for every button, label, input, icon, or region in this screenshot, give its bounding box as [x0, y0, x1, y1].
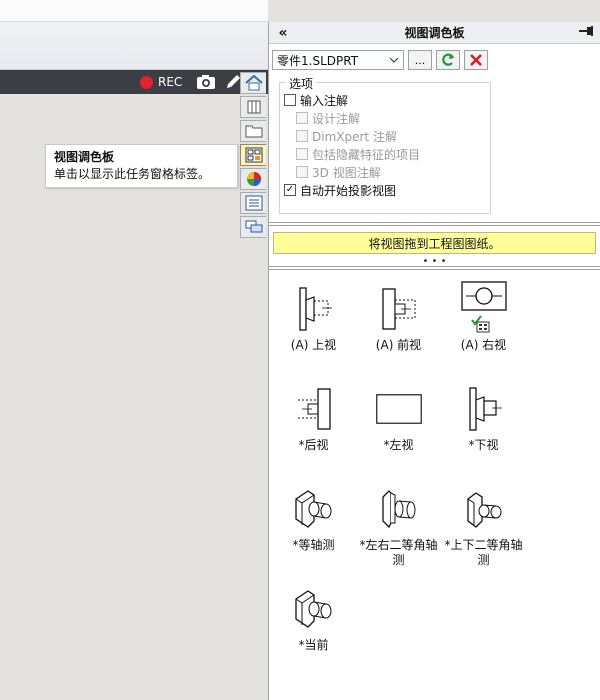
view-palette-grid: (A) 上视 (A) 前视 (A) 右视 *后视 *左视 *下视 *等轴测 *左… — [269, 270, 600, 680]
import-annotations-option[interactable]: 输入注解 — [284, 91, 486, 109]
dimxpert-annotations-label: DimXpert 注解 — [312, 129, 397, 144]
left-view-icon — [375, 394, 422, 424]
view-palette-panel: « 视图调色板 零件1.SLDPRT ... 选项 输入注解 设计注解 DimX… — [268, 22, 600, 700]
task-pane-tabs — [240, 72, 268, 238]
tab-home[interactable] — [240, 72, 266, 94]
drag-hint-banner: 将视图拖到工程图图纸。 — [273, 232, 596, 254]
document-select-value: 零件1.SLDPRT — [277, 53, 359, 68]
hidden-features-label: 包括隐藏特征的项目 — [312, 147, 421, 162]
panel-header: « 视图调色板 — [269, 22, 600, 44]
refresh-button[interactable] — [436, 50, 460, 70]
tooltip-title: 视图调色板 — [54, 150, 115, 164]
dimxpert-annotations-checkbox — [296, 130, 308, 142]
right-view-icon — [460, 281, 507, 333]
design-annotations-option: 设计注解 — [284, 109, 486, 127]
view-label: (A) 上视 — [290, 338, 337, 352]
front-view-icon — [381, 288, 415, 330]
bottom-view-icon — [468, 387, 502, 431]
view-label: *左视 — [383, 438, 414, 452]
pin-button[interactable] — [572, 25, 600, 40]
chevron-down-icon — [389, 57, 399, 63]
view-front[interactable]: (A) 前视 — [356, 280, 441, 380]
options-legend: 选项 — [286, 75, 317, 92]
appearances-icon — [246, 172, 261, 186]
tab-design-library[interactable] — [240, 96, 266, 118]
tab-custom-properties[interactable] — [240, 192, 266, 214]
clear-button[interactable] — [464, 50, 488, 70]
view-label: (A) 右视 — [460, 338, 507, 352]
top-view-icon — [298, 287, 332, 331]
record-label: REC — [158, 75, 183, 89]
auto-start-projected-label: 自动开始投影视图 — [300, 183, 397, 198]
view-label: *左右二等角轴测 — [359, 538, 438, 567]
tab-appearances[interactable] — [240, 168, 266, 190]
tab-forum[interactable] — [240, 216, 266, 238]
auto-start-projected-option[interactable]: ✓ 自动开始投影视图 — [284, 181, 486, 199]
document-row: 零件1.SLDPRT ... — [269, 44, 600, 72]
hidden-features-option: 包括隐藏特征的项目 — [284, 145, 486, 163]
view-isometric[interactable]: *等轴测 — [271, 480, 356, 580]
view-label: *下视 — [468, 438, 499, 452]
options-group: 选项 输入注解 设计注解 DimXpert 注解 包括隐藏特征的项目 3D 视图… — [279, 75, 491, 214]
browse-button[interactable]: ... — [408, 50, 432, 70]
view-label: *当前 — [298, 638, 329, 652]
view-label: *后视 — [298, 438, 329, 452]
view-label: (A) 前视 — [375, 338, 422, 352]
view-top[interactable]: (A) 上视 — [271, 280, 356, 380]
view-dimetric-lr[interactable]: *左右二等角轴测 — [356, 480, 441, 580]
tab-tooltip: 视图调色板 单击以显示此任务窗格标签。 — [45, 144, 238, 188]
back-view-icon — [297, 388, 331, 430]
view-dimetric-tb[interactable]: *上下二等角轴测 — [441, 480, 526, 580]
view-back[interactable]: *后视 — [271, 380, 356, 480]
library-icon — [247, 100, 260, 114]
tab-file-explorer[interactable] — [240, 120, 266, 142]
document-select[interactable]: 零件1.SLDPRT — [272, 50, 404, 70]
properties-icon — [245, 195, 262, 211]
design-annotations-label: 设计注解 — [312, 111, 361, 126]
collapse-button[interactable]: « — [269, 25, 297, 41]
3d-view-annotations-label: 3D 视图注解 — [312, 165, 381, 180]
record-button[interactable]: REC — [140, 75, 182, 89]
import-annotations-label: 输入注解 — [300, 93, 349, 108]
dimetric-tb-view-icon — [466, 492, 501, 528]
view-palette-icon — [245, 147, 262, 163]
isometric-view-icon — [294, 490, 331, 528]
dimxpert-annotations-option: DimXpert 注解 — [284, 127, 486, 145]
view-right[interactable]: (A) 右视 — [441, 280, 526, 380]
close-icon — [470, 54, 482, 66]
3d-view-annotations-option: 3D 视图注解 — [284, 163, 486, 181]
panel-title: 视图调色板 — [404, 26, 465, 40]
design-annotations-checkbox — [296, 112, 308, 124]
forum-icon — [245, 220, 262, 233]
folder-icon — [245, 125, 262, 138]
view-label: *等轴测 — [292, 538, 335, 552]
splitter[interactable] — [269, 222, 600, 226]
auto-start-projected-checkbox[interactable]: ✓ — [284, 184, 296, 196]
record-dot-icon — [140, 75, 153, 89]
dimetric-lr-view-icon — [381, 490, 415, 529]
tab-view-palette[interactable] — [240, 144, 266, 166]
3d-view-annotations-checkbox — [296, 166, 308, 178]
view-left[interactable]: *左视 — [356, 380, 441, 480]
hidden-features-checkbox — [296, 148, 308, 160]
view-label: *上下二等角轴测 — [444, 538, 523, 567]
tooltip-body: 单击以显示此任务窗格标签。 — [54, 167, 211, 181]
camera-icon[interactable] — [196, 74, 216, 90]
current-view-icon — [294, 590, 331, 628]
graphics-top-strip — [0, 0, 268, 70]
refresh-icon — [442, 53, 455, 66]
view-bottom[interactable]: *下视 — [441, 380, 526, 480]
view-current[interactable]: *当前 — [271, 580, 356, 680]
home-icon — [244, 75, 263, 91]
pin-icon — [579, 26, 593, 36]
import-annotations-checkbox[interactable] — [284, 94, 296, 106]
